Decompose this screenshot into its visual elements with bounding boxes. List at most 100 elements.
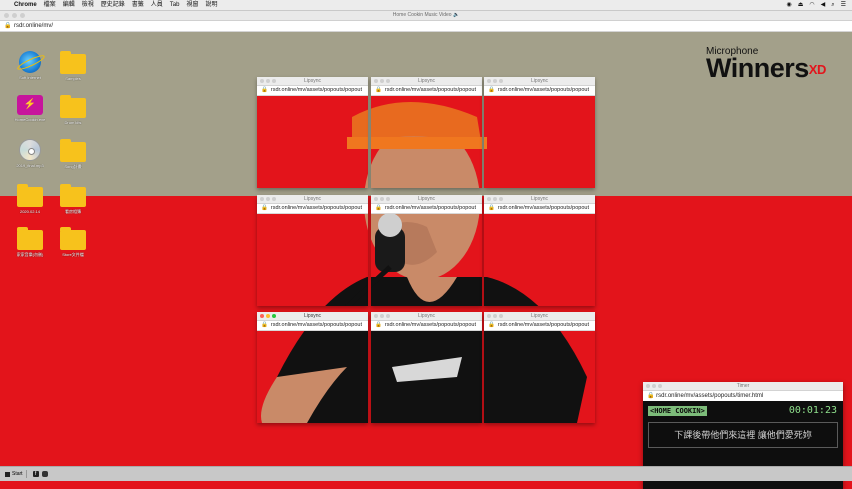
search-icon[interactable]: ⌕ — [831, 0, 834, 10]
popout-address-bar[interactable]: 🔒 rsdr.online/mv/assets/popouts/popout — [257, 86, 368, 96]
close-window-button[interactable] — [260, 313, 264, 318]
menu-item-view[interactable]: 檢視 — [82, 0, 94, 10]
popout-title-bar[interactable]: Lipsync — [257, 312, 368, 321]
popout-title-bar[interactable]: Lipsync — [257, 77, 368, 86]
menu-item-window[interactable]: 視窗 — [186, 0, 198, 10]
popout-address-bar[interactable]: 🔒 rsdr.online/mv/assets/popouts/popout — [257, 321, 368, 331]
popout-address-bar[interactable]: 🔒 rsdr.online/mv/assets/popouts/popout — [484, 321, 595, 331]
close-window-button[interactable] — [260, 196, 264, 201]
close-window-button[interactable] — [4, 13, 9, 18]
record-icon[interactable]: ◉ — [786, 0, 791, 10]
wifi-icon[interactable]: ◠ — [809, 0, 814, 10]
popout-title-bar[interactable]: Lipsync — [484, 312, 595, 321]
minimize-window-button[interactable] — [380, 313, 384, 318]
popout-title-bar[interactable]: Lipsync — [484, 77, 595, 86]
zoom-window-button[interactable] — [20, 13, 25, 18]
menu-item-app[interactable]: Chrome — [14, 0, 37, 10]
zoom-window-button[interactable] — [499, 313, 503, 318]
popout-url[interactable]: rsdr.online/mv/assets/popouts/popout — [385, 87, 476, 93]
desktop-icon-2019-final[interactable]: 2019_final.mp3 — [12, 139, 48, 168]
lipsync-popout-window[interactable]: Lipsync 🔒 rsdr.online/mv/assets/popouts/p… — [371, 195, 482, 306]
start-button[interactable]: Start — [2, 470, 27, 478]
popout-url[interactable]: rsdr.online/mv/assets/popouts/popout — [271, 205, 362, 211]
facebook-icon[interactable]: f — [32, 471, 39, 477]
menu-item-file[interactable]: 檔案 — [44, 0, 56, 10]
popout-url[interactable]: rsdr.online/mv/assets/popouts/popout — [498, 322, 589, 328]
popout-title-bar[interactable]: Lipsync — [371, 77, 482, 86]
lipsync-popout-window[interactable]: Lipsync 🔒 rsdr.online/mv/assets/popouts/p… — [257, 195, 368, 306]
address-bar[interactable]: 🔒 rsdr.online/mv/ — [0, 21, 852, 32]
instagram-icon[interactable] — [41, 471, 48, 477]
lipsync-popout-window[interactable]: Lipsync 🔒 rsdr.online/mv/assets/popouts/p… — [371, 77, 482, 188]
desktop-icon-samples[interactable]: Samples — [55, 51, 91, 81]
eject-icon[interactable]: ⏏ — [798, 0, 804, 10]
timer-url[interactable]: rsdr.online/mv/assets/popouts/timer.html — [656, 393, 763, 399]
minimize-window-button[interactable] — [380, 196, 384, 201]
menu-item-history[interactable]: 歷史記錄 — [101, 0, 125, 10]
zoom-window-button[interactable] — [386, 196, 390, 201]
desktop-icon-2020-02-14[interactable]: 2020.02.14 — [12, 184, 48, 214]
popout-address-bar[interactable]: 🔒 rsdr.online/mv/assets/popouts/popout — [371, 321, 482, 331]
popout-url[interactable]: rsdr.online/mv/assets/popouts/popout — [271, 322, 362, 328]
desktop-icon-song-plan[interactable]: Song計畫 — [55, 139, 91, 170]
close-window-button[interactable] — [374, 313, 378, 318]
desktop-icon-store-docs[interactable]: Store文件檔 — [55, 227, 91, 258]
zoom-window-button[interactable] — [272, 313, 276, 318]
minimize-window-button[interactable] — [266, 78, 270, 83]
menu-item-edit[interactable]: 編輯 — [63, 0, 75, 10]
popout-address-bar[interactable]: 🔒 rsdr.online/mv/assets/popouts/popout — [371, 86, 482, 96]
control-center-icon[interactable]: ☰ — [841, 0, 846, 10]
address-url[interactable]: rsdr.online/mv/ — [14, 21, 53, 31]
menu-item-bookmarks[interactable]: 書籤 — [132, 0, 144, 10]
lipsync-popout-window[interactable]: Lipsync 🔒 rsdr.online/mv/assets/popouts/p… — [371, 312, 482, 423]
desktop-icon-family-music[interactable]: 家家音樂(勿刪) — [12, 227, 48, 258]
close-window-button[interactable] — [260, 78, 264, 83]
popout-address-bar[interactable]: 🔒 rsdr.online/mv/assets/popouts/popout — [371, 204, 482, 214]
popout-url[interactable]: rsdr.online/mv/assets/popouts/popout — [498, 87, 589, 93]
lipsync-popout-window[interactable]: Lipsync 🔒 rsdr.online/mv/assets/popouts/p… — [484, 312, 595, 423]
close-window-button[interactable] — [374, 78, 378, 83]
close-window-button[interactable] — [487, 313, 491, 318]
volume-icon[interactable]: ◀ — [821, 0, 826, 10]
close-window-button[interactable] — [646, 383, 650, 388]
menu-item-help[interactable]: 說明 — [205, 0, 217, 10]
desktop-icon-drum-kits[interactable]: Drum kits — [55, 95, 91, 125]
popout-url[interactable]: rsdr.online/mv/assets/popouts/popout — [385, 322, 476, 328]
minimize-window-button[interactable] — [493, 78, 497, 83]
desktop-icon-soft-internet[interactable]: Soft Internet — [12, 51, 48, 80]
menu-item-people[interactable]: 人員 — [151, 0, 163, 10]
zoom-window-button[interactable] — [499, 196, 503, 201]
popout-url[interactable]: rsdr.online/mv/assets/popouts/popout — [385, 205, 476, 211]
menu-item-tab[interactable]: Tab — [170, 0, 180, 10]
desktop-icon-house-album[interactable]: 看房相簿 — [55, 184, 91, 215]
popout-address-bar[interactable]: 🔒 rsdr.online/mv/assets/popouts/popout — [484, 86, 595, 96]
minimize-window-button[interactable] — [380, 78, 384, 83]
zoom-window-button[interactable] — [499, 78, 503, 83]
lipsync-popout-window[interactable]: Lipsync 🔒 rsdr.online/mv/assets/popouts/p… — [484, 77, 595, 188]
timer-title-bar[interactable]: Timer — [643, 382, 843, 391]
close-window-button[interactable] — [374, 196, 378, 201]
close-window-button[interactable] — [487, 196, 491, 201]
popout-title-bar[interactable]: Lipsync — [371, 195, 482, 204]
lipsync-popout-window[interactable]: Lipsync 🔒 rsdr.online/mv/assets/popouts/p… — [484, 195, 595, 306]
lipsync-popout-window[interactable]: Lipsync 🔒 rsdr.online/mv/assets/popouts/p… — [257, 312, 368, 423]
zoom-window-button[interactable] — [386, 313, 390, 318]
popout-address-bar[interactable]: 🔒 rsdr.online/mv/assets/popouts/popout — [257, 204, 368, 214]
popout-url[interactable]: rsdr.online/mv/assets/popouts/popout — [271, 87, 362, 93]
popout-title-bar[interactable]: Lipsync — [484, 195, 595, 204]
desktop-icon-homecookin-exe[interactable]: ⚡ HomeCookin.exe — [12, 95, 48, 122]
zoom-window-button[interactable] — [272, 78, 276, 83]
lipsync-popout-window[interactable]: Lipsync 🔒 rsdr.online/mv/assets/popouts/p… — [257, 77, 368, 188]
close-window-button[interactable] — [487, 78, 491, 83]
minimize-window-button[interactable] — [652, 383, 656, 388]
minimize-window-button[interactable] — [266, 313, 270, 318]
minimize-window-button[interactable] — [493, 196, 497, 201]
minimize-window-button[interactable] — [12, 13, 17, 18]
popout-title-bar[interactable]: Lipsync — [257, 195, 368, 204]
minimize-window-button[interactable] — [493, 313, 497, 318]
popout-address-bar[interactable]: 🔒 rsdr.online/mv/assets/popouts/popout — [484, 204, 595, 214]
zoom-window-button[interactable] — [386, 78, 390, 83]
zoom-window-button[interactable] — [658, 383, 662, 388]
zoom-window-button[interactable] — [272, 196, 276, 201]
popout-title-bar[interactable]: Lipsync — [371, 312, 482, 321]
